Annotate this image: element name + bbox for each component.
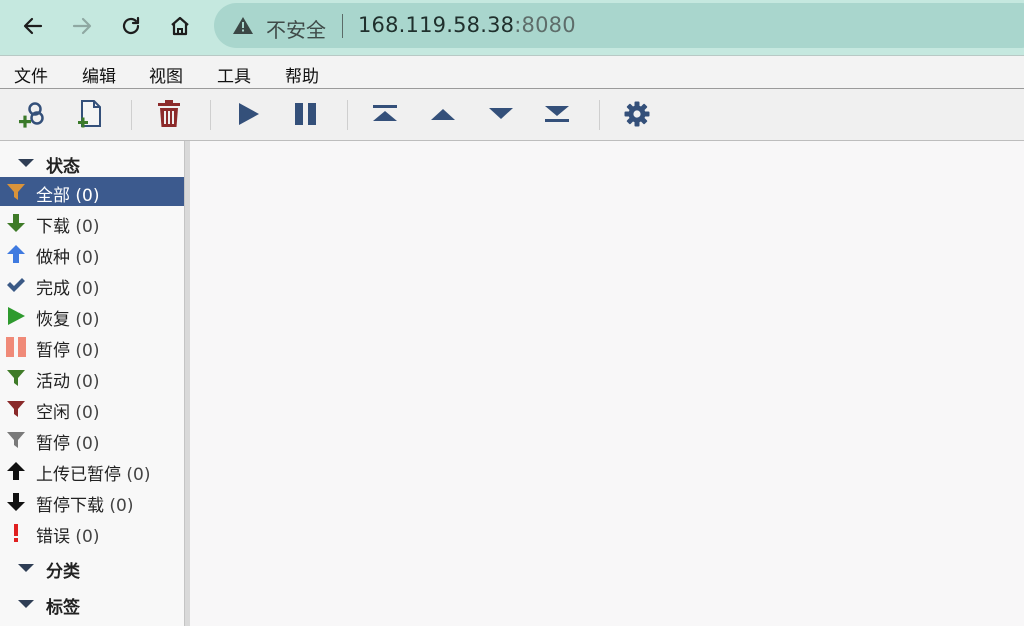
browser-toolbar: 不安全 168.119.58.38:8080 xyxy=(0,0,1024,55)
filter-upload-paused[interactable]: 上传已暂停 (0) xyxy=(0,456,184,485)
arrow-up-icon xyxy=(6,461,26,481)
menu-bar: 文件 编辑 视图 工具 帮助 xyxy=(0,56,1024,89)
filter-errored[interactable]: 错误 (0) xyxy=(0,518,184,547)
gear-icon xyxy=(624,101,650,127)
back-button[interactable] xyxy=(17,8,49,44)
pause-button[interactable] xyxy=(289,97,323,131)
exclamation-icon xyxy=(6,523,26,543)
triangle-down-icon xyxy=(489,108,513,119)
filter-stalled[interactable]: 暂停 (0) xyxy=(0,425,184,454)
filter-icon xyxy=(6,182,26,202)
move-bottom-button[interactable] xyxy=(540,97,574,131)
add-file-icon xyxy=(78,100,101,128)
filter-paused[interactable]: 暂停 (0) xyxy=(0,332,184,361)
settings-button[interactable] xyxy=(620,97,654,131)
filter-label: 暂停 (0) xyxy=(36,341,100,361)
resume-button[interactable] xyxy=(231,97,265,131)
insecure-label: 不安全 xyxy=(266,18,326,42)
pause-icon xyxy=(295,103,316,125)
filter-icon xyxy=(6,399,26,419)
home-button[interactable] xyxy=(164,8,196,44)
sidebar: 状态 全部 (0) 下载 (0) 做种 (0) 完成 (0) 恢复 (0) 暂停… xyxy=(0,141,184,626)
menu-file[interactable]: 文件 xyxy=(14,62,48,87)
filter-completed[interactable]: 完成 (0) xyxy=(0,270,184,299)
torrent-list-area[interactable] xyxy=(190,141,1024,626)
toolbar-separator xyxy=(210,100,211,130)
menu-edit[interactable]: 编辑 xyxy=(82,62,116,87)
move-top-button[interactable] xyxy=(368,97,402,131)
tags-section-header[interactable]: 标签 xyxy=(0,590,184,618)
add-torrent-file-button[interactable] xyxy=(73,97,107,131)
move-up-button[interactable] xyxy=(426,97,460,131)
add-torrent-link-button[interactable] xyxy=(15,97,49,131)
menu-tools[interactable]: 工具 xyxy=(217,62,251,87)
play-icon xyxy=(6,306,26,326)
filter-download-paused[interactable]: 暂停下载 (0) xyxy=(0,487,184,516)
arrow-right-icon xyxy=(72,17,92,35)
move-down-button[interactable] xyxy=(484,97,518,131)
add-link-icon xyxy=(19,102,44,128)
arrow-up-icon xyxy=(6,244,26,264)
category-section-title: 分类 xyxy=(46,562,80,582)
filter-label: 全部 (0) xyxy=(36,186,100,206)
toolbar xyxy=(0,89,1024,141)
filter-seeding[interactable]: 做种 (0) xyxy=(0,239,184,268)
reload-icon xyxy=(122,16,140,35)
url-host: 168.119.58.38 xyxy=(358,13,515,37)
home-icon xyxy=(171,16,189,36)
move-to-bottom-icon xyxy=(545,106,569,122)
menu-help[interactable]: 帮助 xyxy=(285,62,319,87)
pause-icon xyxy=(6,337,26,357)
filter-downloading[interactable]: 下载 (0) xyxy=(0,208,184,237)
arrow-left-icon xyxy=(23,17,43,35)
filter-all[interactable]: 全部 (0) xyxy=(0,177,184,206)
play-icon xyxy=(239,103,259,125)
category-section-header[interactable]: 分类 xyxy=(0,554,184,582)
status-section-header[interactable]: 状态 xyxy=(0,149,184,177)
arrow-down-icon xyxy=(6,492,26,512)
filter-active[interactable]: 活动 (0) xyxy=(0,363,184,392)
reload-button[interactable] xyxy=(115,8,147,44)
toolbar-separator xyxy=(347,100,348,130)
triangle-up-icon xyxy=(431,109,455,120)
delete-button[interactable] xyxy=(152,97,186,131)
filter-label: 暂停下载 (0) xyxy=(36,496,134,516)
forward-button[interactable] xyxy=(66,8,98,44)
filter-icon xyxy=(6,430,26,450)
status-section-title: 状态 xyxy=(46,157,80,177)
toolbar-separator xyxy=(599,100,600,130)
arrow-down-icon xyxy=(6,213,26,233)
filter-label: 下载 (0) xyxy=(36,217,100,237)
collapse-triangle-icon xyxy=(18,600,34,608)
url-text: 168.119.58.38:8080 xyxy=(358,13,576,37)
collapse-triangle-icon xyxy=(18,564,34,572)
address-bar[interactable]: 不安全 168.119.58.38:8080 xyxy=(214,3,1024,48)
filter-inactive[interactable]: 空闲 (0) xyxy=(0,394,184,423)
filter-label: 空闲 (0) xyxy=(36,403,100,423)
menu-view[interactable]: 视图 xyxy=(149,62,183,87)
tags-section-title: 标签 xyxy=(46,598,80,618)
filter-label: 暂停 (0) xyxy=(36,434,100,454)
filter-label: 恢复 (0) xyxy=(36,310,100,330)
filter-label: 错误 (0) xyxy=(36,527,100,547)
move-to-top-icon xyxy=(373,105,397,121)
filter-label: 上传已暂停 (0) xyxy=(36,465,151,485)
url-port: :8080 xyxy=(514,13,576,37)
filter-icon xyxy=(6,368,26,388)
trash-icon xyxy=(158,100,180,127)
filter-resumed[interactable]: 恢复 (0) xyxy=(0,301,184,330)
collapse-triangle-icon xyxy=(18,159,34,167)
filter-label: 活动 (0) xyxy=(36,372,100,392)
warning-icon xyxy=(233,17,253,34)
toolbar-separator xyxy=(131,100,132,130)
address-divider xyxy=(342,14,343,38)
check-icon xyxy=(6,275,26,295)
filter-label: 做种 (0) xyxy=(36,248,100,268)
filter-label: 完成 (0) xyxy=(36,279,100,299)
